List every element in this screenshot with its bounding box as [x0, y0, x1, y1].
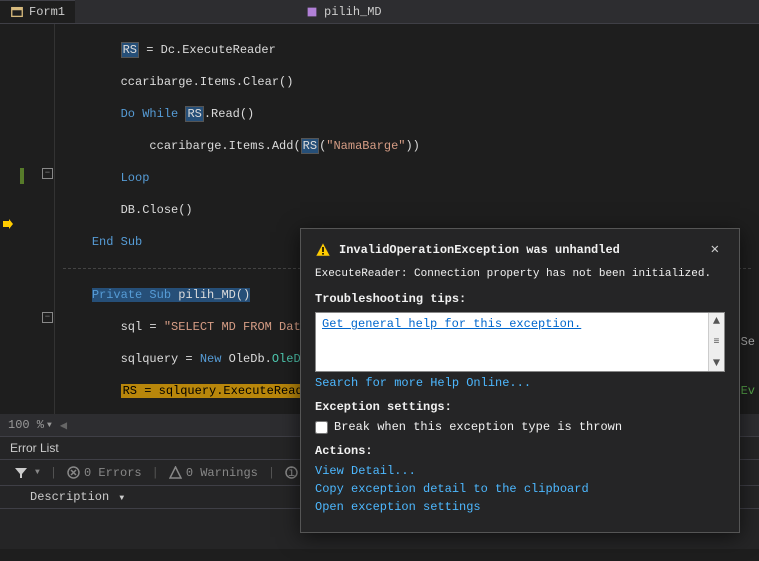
info-icon: i	[285, 466, 298, 479]
troubleshooting-tips-box[interactable]: Get general help for this exception. ▲ ≡ ▼	[315, 312, 725, 372]
chevron-down-icon: ▼	[47, 421, 52, 430]
error-icon	[67, 466, 80, 479]
tab-pilih-md[interactable]: pilih_MD	[295, 0, 392, 23]
exception-message: ExecuteReader: Connection property has n…	[315, 268, 725, 280]
break-on-exception-checkbox[interactable]: Break when this exception type is thrown	[315, 420, 725, 434]
editor-tabs: Form1 pilih_MD	[0, 0, 759, 24]
column-description[interactable]: Description ▼	[30, 490, 124, 504]
fold-toggle[interactable]: −	[42, 168, 53, 179]
method-icon	[305, 5, 319, 19]
tab-label: Form1	[29, 5, 65, 19]
scroll-left-icon[interactable]: ◀	[60, 418, 67, 433]
copy-detail-link[interactable]: Copy exception detail to the clipboard	[315, 482, 725, 496]
exception-title: InvalidOperationException was unhandled	[339, 243, 697, 257]
svg-text:i: i	[288, 466, 295, 479]
errors-filter-button[interactable]: 0 Errors	[61, 464, 148, 482]
current-line-arrow	[2, 218, 14, 230]
filter-dropdown[interactable]: ▼	[8, 464, 46, 482]
scroll-grip-icon[interactable]: ≡	[713, 337, 719, 348]
settings-heading: Exception settings:	[315, 400, 725, 414]
close-button[interactable]: ✕	[705, 239, 725, 260]
side-panel-se[interactable]: Se	[741, 335, 755, 349]
scroll-down-icon[interactable]: ▼	[713, 356, 720, 370]
side-panel-ev[interactable]: Ev	[741, 384, 755, 398]
search-help-link[interactable]: Search for more Help Online...	[315, 376, 725, 390]
scroll-up-icon[interactable]: ▲	[713, 314, 720, 328]
warnings-filter-button[interactable]: 0 Warnings	[163, 464, 264, 482]
editor-gutter: − −	[0, 24, 55, 414]
fold-toggle[interactable]: −	[42, 312, 53, 323]
tip-link[interactable]: Get general help for this exception.	[322, 317, 581, 331]
view-detail-link[interactable]: View Detail...	[315, 464, 725, 478]
scrollbar[interactable]: ▲ ≡ ▼	[708, 313, 724, 371]
tab-label: pilih_MD	[324, 5, 382, 19]
warning-icon	[169, 466, 182, 479]
checkbox-input[interactable]	[315, 421, 328, 434]
chevron-down-icon: ▼	[35, 468, 40, 477]
tips-heading: Troubleshooting tips:	[315, 292, 725, 306]
open-settings-link[interactable]: Open exception settings	[315, 500, 725, 514]
filter-icon	[14, 466, 28, 480]
side-panels: Se Ev	[741, 300, 755, 433]
exception-assistant-popup: InvalidOperationException was unhandled …	[300, 228, 740, 533]
change-indicator	[20, 168, 24, 184]
warning-icon	[315, 242, 331, 258]
zoom-dropdown[interactable]: 100 %▼	[8, 418, 52, 432]
actions-heading: Actions:	[315, 444, 725, 458]
tab-form1[interactable]: Form1	[0, 0, 75, 23]
form-icon	[10, 5, 24, 19]
